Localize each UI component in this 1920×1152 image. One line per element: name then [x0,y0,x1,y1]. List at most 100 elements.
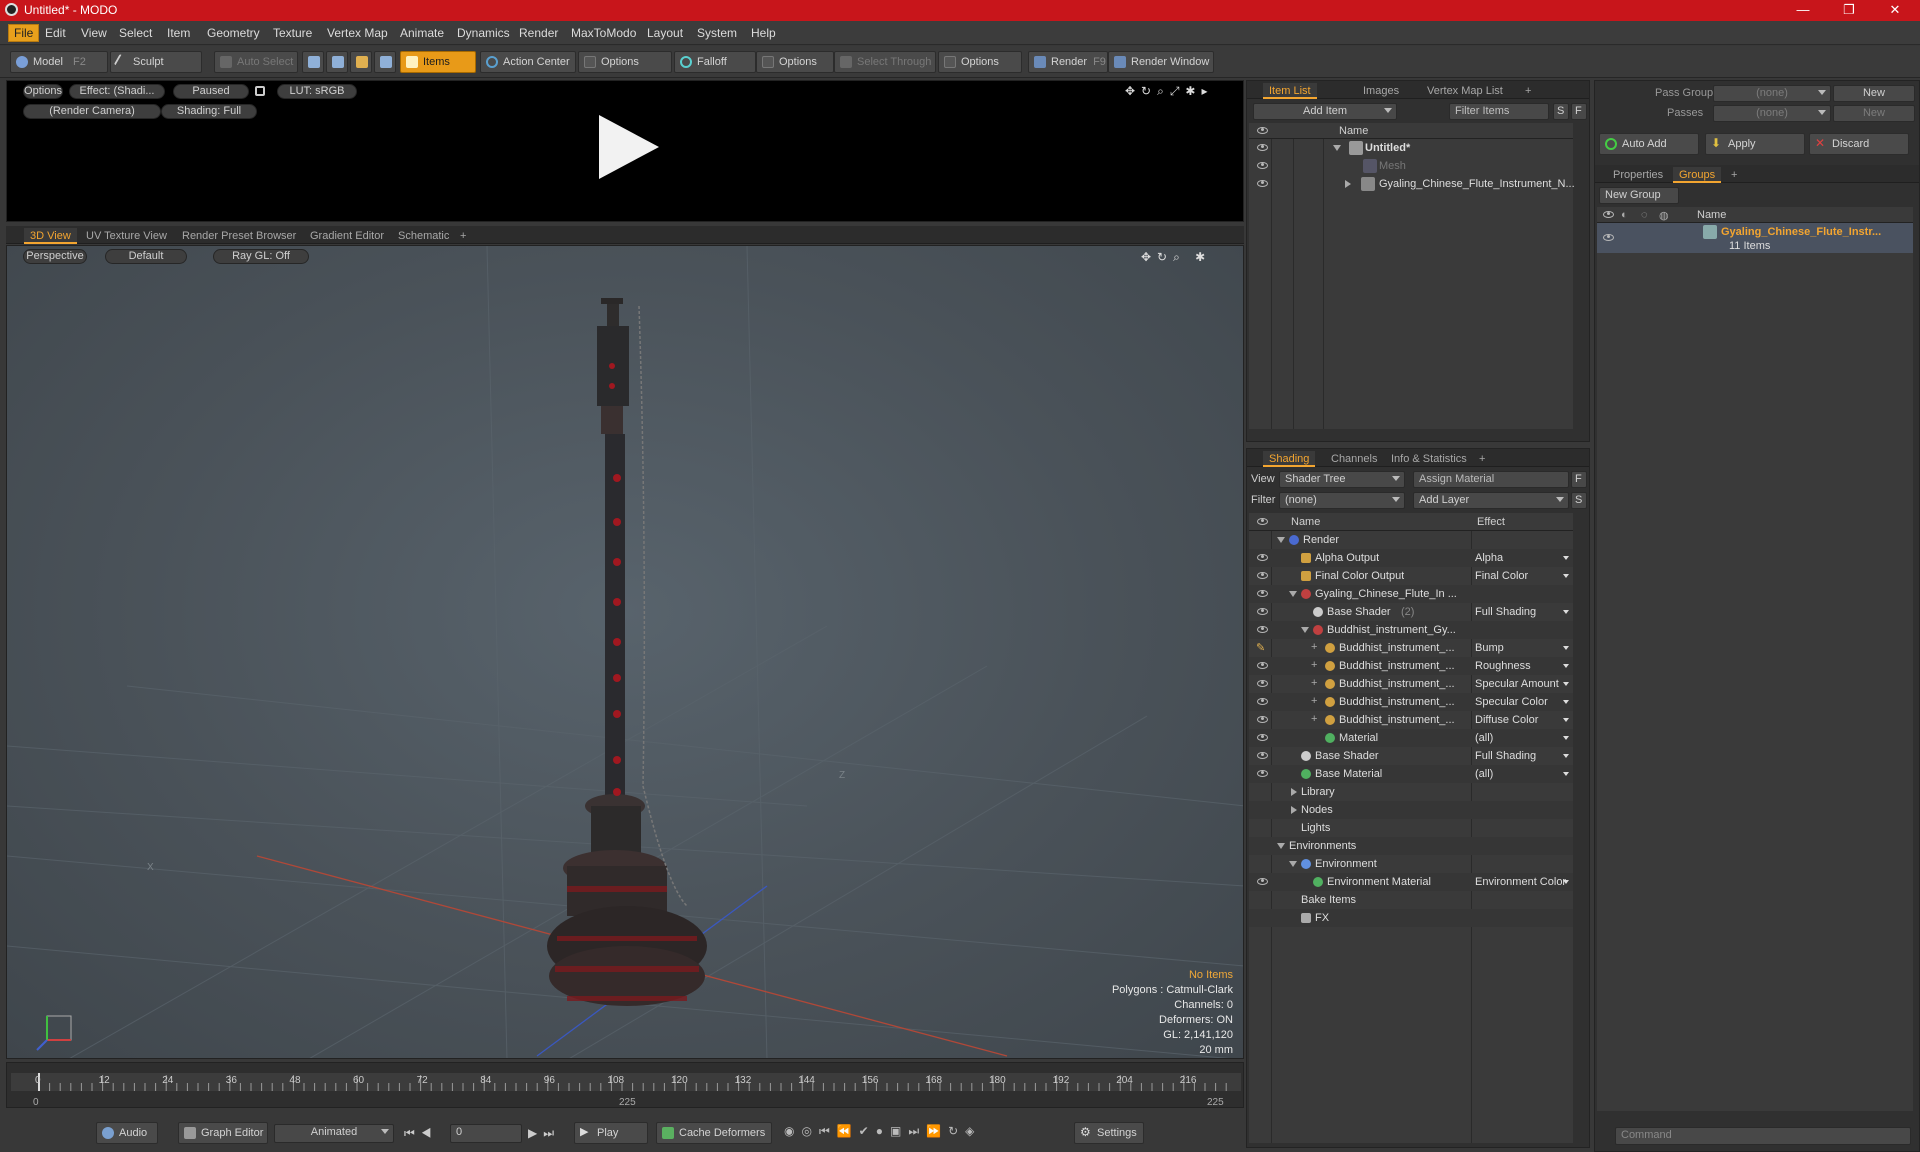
cache-deformers-button[interactable]: Cache Deformers [656,1122,772,1144]
sculpt-mode-button[interactable]: Sculpt [110,51,202,73]
eye-icon[interactable] [1257,180,1268,187]
tab-schematic[interactable]: Schematic [392,228,455,244]
play-button[interactable]: ▶ Play [574,1122,648,1144]
raygl-dropdown[interactable]: Ray GL: Off [213,249,309,264]
shader-effect[interactable]: Bump [1475,642,1571,654]
lock-icon[interactable] [255,86,265,96]
items-mode-button[interactable]: Items [400,51,476,73]
shader-tree-row[interactable]: Base Material (all) [1249,765,1573,783]
timeline[interactable]: 0 12 24 36 48 60 72 84 96 108 120 132 144 156 168 180 19… [6,1062,1244,1108]
menu-dynamics[interactable]: Dynamics [452,25,515,41]
plus-icon[interactable]: + [1311,641,1317,653]
minimize-button[interactable]: — [1782,0,1824,21]
audio-button[interactable]: Audio [96,1122,158,1144]
falloff-button[interactable]: Falloff [674,51,756,73]
shader-effect[interactable]: (all) [1475,732,1571,744]
tab-shading[interactable]: Shading [1263,451,1316,467]
auto-select-button[interactable]: Auto Select [214,51,298,73]
chevron-down-icon[interactable] [1563,664,1569,668]
eye-icon[interactable] [1257,590,1268,597]
shader-tree[interactable]: Render Alpha Output Alpha Final Color Outpu… [1249,531,1573,1143]
menu-geometry[interactable]: Geometry [202,25,265,41]
menu-animate[interactable]: Animate [395,25,449,41]
group-row[interactable]: Gyaling_Chinese_Flute_Instr... 11 Items [1597,223,1913,253]
menu-system[interactable]: System [692,25,742,41]
add-layer-dropdown[interactable]: Add Layer [1413,492,1569,509]
settings-button[interactable]: ⚙ Settings [1074,1122,1144,1144]
frame-field[interactable]: 0 [450,1124,522,1143]
eye-icon[interactable] [1257,608,1268,615]
maximize-button[interactable]: ❐ [1828,0,1870,21]
tab-gradient-editor[interactable]: Gradient Editor [304,228,390,244]
skip-forward-controls[interactable]: ▶⏭ [528,1126,560,1141]
eye-icon[interactable] [1257,144,1268,151]
shader-tree-row[interactable]: Bake Items [1249,891,1573,909]
shader-tree-row[interactable]: Environments [1249,837,1573,855]
shader-tree-row[interactable]: + Buddhist_instrument_... Diffuse Color [1249,711,1573,729]
default-style-dropdown[interactable]: Default [105,249,187,264]
shader-effect[interactable]: Specular Color [1475,696,1571,708]
polygons-mode-button[interactable] [350,51,372,73]
eye-icon[interactable] [1257,554,1268,561]
shader-tree-row[interactable]: Environment [1249,855,1573,873]
menu-render[interactable]: Render [514,25,563,41]
shader-tree-row[interactable]: Final Color Output Final Color [1249,567,1573,585]
shader-tree-row[interactable]: Alpha Output Alpha [1249,549,1573,567]
add-tab-button[interactable]: + [454,228,472,244]
eye-icon[interactable] [1257,878,1268,885]
tab-properties[interactable]: Properties [1607,167,1669,183]
assign-material-button[interactable]: Assign Material [1413,471,1569,488]
eye-icon[interactable] [1257,662,1268,669]
play-icon[interactable] [593,111,665,183]
shader-effect[interactable]: Final Color [1475,570,1571,582]
shader-tree-row[interactable]: Buddhist_instrument_Gy... [1249,621,1573,639]
perspective-dropdown[interactable]: Perspective [23,249,87,264]
pass-groups-dropdown[interactable]: (none) [1713,85,1831,102]
discard-button[interactable]: ✕ Discard [1809,133,1909,155]
new-group-button[interactable]: New Group [1599,187,1679,204]
shader-tree-row[interactable]: Render [1249,531,1573,549]
render-button[interactable]: Render F9 [1028,51,1108,73]
shader-tree-row[interactable]: Material (all) [1249,729,1573,747]
chevron-down-icon[interactable] [1563,700,1569,704]
expand-icon[interactable] [1289,591,1297,597]
tab-item-list[interactable]: Item List [1263,83,1317,99]
tab-render-preset-browser[interactable]: Render Preset Browser [176,228,302,244]
tab-vertex-map-list[interactable]: Vertex Map List [1421,83,1509,99]
menu-view[interactable]: View [76,25,112,41]
collapse-icon[interactable] [1291,806,1297,814]
chevron-down-icon[interactable] [1563,772,1569,776]
add-item-dropdown[interactable]: Add Item [1253,103,1397,120]
shader-effect[interactable]: Full Shading [1475,606,1571,618]
tab-info-statistics[interactable]: Info & Statistics [1385,451,1473,467]
viewport-nav-controls[interactable]: ✥↻⌕ ✱ [1141,250,1241,264]
chevron-down-icon[interactable] [1563,610,1569,614]
eye-icon[interactable] [1603,234,1614,241]
preview-paused-button[interactable]: Paused [173,84,249,99]
menu-vertex-map[interactable]: Vertex Map [322,25,393,41]
filter-s-button[interactable]: S [1553,103,1569,120]
eye-icon[interactable] [1257,698,1268,705]
lut-dropdown[interactable]: LUT: sRGB [277,84,357,99]
new-pass-group-button[interactable]: New [1833,85,1915,102]
materials-mode-button[interactable] [374,51,396,73]
filter-f-button[interactable]: F [1571,103,1587,120]
tab-channels[interactable]: Channels [1325,451,1383,467]
key-controls[interactable]: ◉◎⏮⏪✔●▣⏭⏩↻◈ [784,1124,1074,1144]
eye-icon[interactable] [1257,716,1268,723]
tree-row-flute-group[interactable]: Gyaling_Chinese_Flute_Instrument_N... [1249,175,1575,193]
shader-tree-row[interactable]: FX [1249,909,1573,927]
chevron-down-icon[interactable] [1563,682,1569,686]
shader-effect[interactable]: Specular Amount [1475,678,1571,690]
tree-row-mesh[interactable]: Mesh [1249,157,1573,175]
preview-effect-dropdown[interactable]: Effect: (Shadi... [69,84,165,99]
select-through-button[interactable]: Select Through [834,51,936,73]
chevron-down-icon[interactable] [1563,880,1569,884]
eye-icon[interactable] [1257,572,1268,579]
shader-tree-row[interactable]: + Buddhist_instrument_... Specular Amount [1249,675,1573,693]
menu-edit[interactable]: Edit [40,25,71,41]
vertices-mode-button[interactable] [302,51,324,73]
shading-f-button[interactable]: F [1571,471,1587,488]
chevron-down-icon[interactable] [1563,556,1569,560]
shader-effect[interactable]: Alpha [1475,552,1571,564]
